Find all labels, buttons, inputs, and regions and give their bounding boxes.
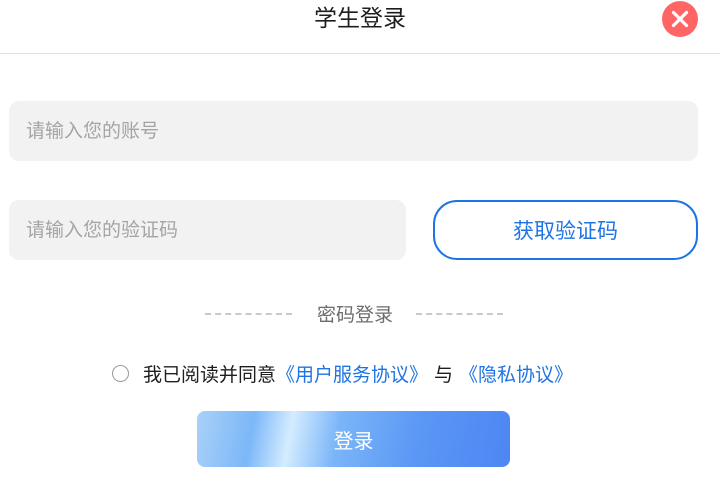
close-button[interactable] [662,1,698,37]
dialog-title: 学生登录 [314,6,406,32]
verification-code-input[interactable] [26,219,406,241]
agreement-prefix: 我已阅读并同意 [143,363,277,386]
login-button[interactable]: 登录 [197,411,510,467]
dialog-header: 学生登录 [0,0,720,54]
agreement-conjunction: 与 [434,363,454,386]
divider-left [205,313,292,315]
agreement-row: 我已阅读并同意 《用户服务协议》 与 《隐私协议》 [112,359,573,387]
agreement-checkbox[interactable] [112,364,129,382]
password-login-link[interactable]: 密码登录 [300,302,410,328]
get-code-button[interactable]: 获取验证码 [433,200,698,260]
verification-code-field[interactable] [9,200,406,260]
account-input[interactable] [26,120,698,142]
divider-right [416,313,503,315]
privacy-agreement-link[interactable]: 《隐私协议》 [459,360,573,387]
close-icon [671,10,689,28]
account-field[interactable] [9,101,698,161]
service-agreement-link[interactable]: 《用户服务协议》 [276,360,428,387]
